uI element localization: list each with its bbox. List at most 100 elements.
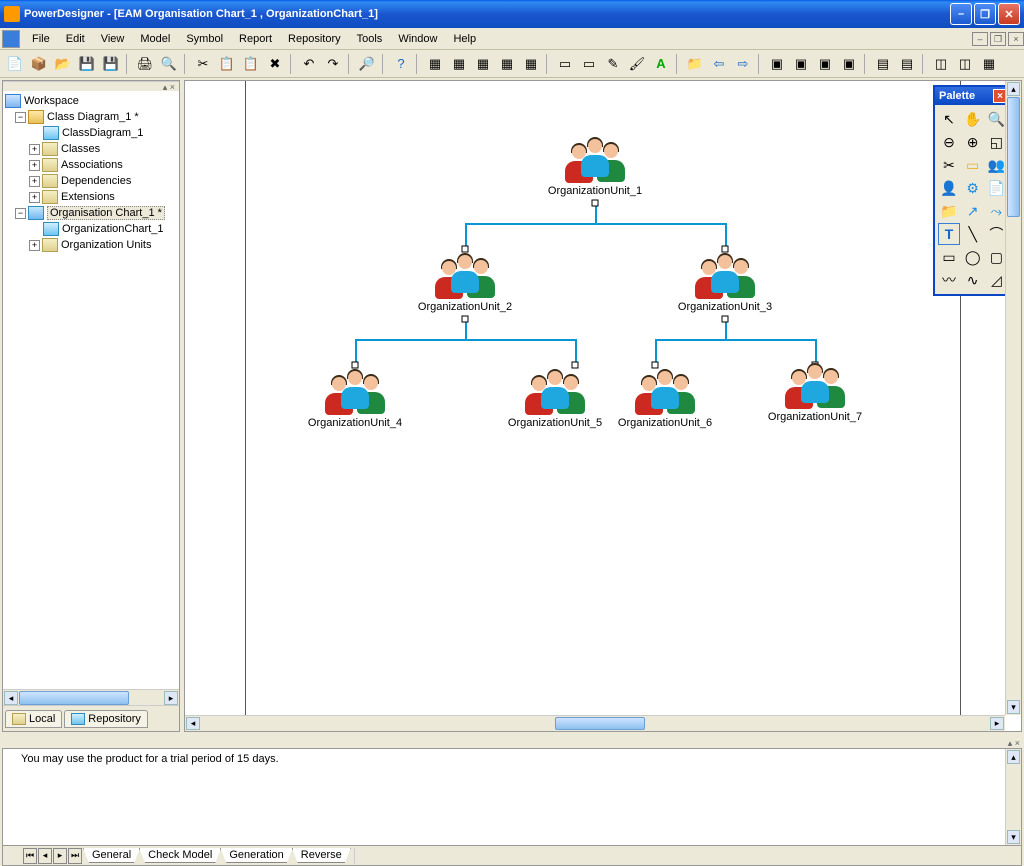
pointer-tool-icon[interactable]: ↖ [938,108,960,130]
color-icon[interactable]: 🖌 [626,53,648,75]
tree-classdiagram1[interactable]: ClassDiagram_1 [5,125,177,141]
close-button[interactable]: ✕ [998,3,1020,25]
new-model-button[interactable]: 📦 [28,53,50,75]
minimize-button[interactable]: – [950,3,972,25]
menu-model[interactable]: Model [132,31,178,47]
menu-repository[interactable]: Repository [280,31,349,47]
expand-icon[interactable]: + [29,240,40,251]
tab-reverse[interactable]: Reverse [292,848,351,863]
tab-repository[interactable]: Repository [64,710,148,728]
new-button[interactable]: 📄 [4,53,26,75]
menu-symbol[interactable]: Symbol [178,31,231,47]
tool-a-icon[interactable]: ▦ [424,53,446,75]
tree-class-diagram[interactable]: −Class Diagram_1 * [5,109,177,125]
open-button[interactable]: 📂 [52,53,74,75]
copy-button[interactable]: 📋 [216,53,238,75]
back-button[interactable]: ⇦ [708,53,730,75]
mdi-minimize-button[interactable]: – [972,32,988,46]
folder-tool-icon[interactable]: 📁 [938,200,960,222]
print-preview-button[interactable]: 🔍 [158,53,180,75]
tree-workspace[interactable]: Workspace [5,93,177,109]
zoom-fit-icon[interactable]: ⊕ [962,131,984,153]
menu-tools[interactable]: Tools [349,31,391,47]
panel-a-icon[interactable]: ◫ [930,53,952,75]
mdi-close-button[interactable]: × [1008,32,1024,46]
view-b-icon[interactable]: ▣ [790,53,812,75]
curve-tool-icon[interactable]: ∿ [962,269,984,291]
menu-file[interactable]: File [24,31,58,47]
org-unit-5[interactable]: OrganizationUnit_5 [495,371,615,429]
help-button[interactable]: ? [390,53,412,75]
note-tool-icon[interactable]: ▭ [962,154,984,176]
app-menu-icon[interactable] [2,30,20,48]
expand-icon[interactable]: + [29,192,40,203]
zoom-out-icon[interactable]: ⊖ [938,131,960,153]
tab-check-model[interactable]: Check Model [139,848,221,863]
ellipse-tool-icon[interactable]: ◯ [962,246,984,268]
view-a-icon[interactable]: ▣ [766,53,788,75]
tab-local[interactable]: Local [5,710,62,728]
mdi-restore-button[interactable]: ❐ [990,32,1006,46]
edit-icon[interactable]: ✎ [602,53,624,75]
redo-button[interactable]: ↷ [322,53,344,75]
text-tool-icon[interactable]: T [938,223,960,245]
cut-tool-icon[interactable]: ✂ [938,154,960,176]
menu-view[interactable]: View [93,31,133,47]
expand-icon[interactable]: + [29,176,40,187]
org-unit-6[interactable]: OrganizationUnit_6 [605,371,725,429]
tree-associations[interactable]: +Associations [5,157,177,173]
save-all-button[interactable]: 💾 [100,53,122,75]
tree-dependencies[interactable]: +Dependencies [5,173,177,189]
grabber-tool-icon[interactable]: ✋ [962,108,984,130]
align-a-icon[interactable]: ▤ [872,53,894,75]
print-button[interactable]: 🖨 [134,53,156,75]
tab-nav-first[interactable]: ⏮ [23,848,37,864]
output-handle[interactable]: ▴ × [0,738,1024,748]
view-d-icon[interactable]: ▣ [838,53,860,75]
tree-extensions[interactable]: +Extensions [5,189,177,205]
paste-button[interactable]: 📋 [240,53,262,75]
expand-icon[interactable]: + [29,160,40,171]
tool-e-icon[interactable]: ▦ [520,53,542,75]
menu-help[interactable]: Help [445,31,484,47]
undo-button[interactable]: ↶ [298,53,320,75]
org-unit-3[interactable]: OrganizationUnit_3 [665,255,785,313]
text-icon[interactable]: A [650,53,672,75]
folder-icon[interactable]: 📁 [684,53,706,75]
delete-button[interactable]: ✖ [264,53,286,75]
sidebar-hscroll[interactable]: ◂▸ [3,689,179,705]
tree-orgchart1[interactable]: OrganizationChart_1 [5,221,177,237]
tab-nav-next[interactable]: ▸ [53,848,67,864]
find-button[interactable]: 🔎 [356,53,378,75]
diagram-canvas[interactable]: OrganizationUnit_1 OrganizationUnit_2 Or… [184,80,1022,732]
tool-c-icon[interactable]: ▦ [472,53,494,75]
palette-panel[interactable]: Palette× ↖ ✋ 🔍 ⊖ ⊕ ◱ ✂ ▭ 👥 👤 ⚙ 📄 📁 ↗ [933,85,1013,296]
panel-handle[interactable]: ▴ × [3,81,179,91]
poly-tool-icon[interactable]: 〰 [938,269,960,291]
site-tool-icon[interactable]: ⚙ [962,177,984,199]
layer-a-icon[interactable]: ▭ [554,53,576,75]
canvas-hscroll[interactable]: ◂▸ [185,715,1005,731]
expand-icon[interactable]: + [29,144,40,155]
org-unit-1[interactable]: OrganizationUnit_1 [535,139,655,197]
org-unit-4[interactable]: OrganizationUnit_4 [295,371,415,429]
canvas-vscroll[interactable]: ▴▾ [1005,81,1021,715]
forward-button[interactable]: ⇨ [732,53,754,75]
collapse-icon[interactable]: − [15,112,26,123]
align-b-icon[interactable]: ▤ [896,53,918,75]
person-tool-icon[interactable]: 👤 [938,177,960,199]
panel-c-icon[interactable]: ▦ [978,53,1000,75]
menu-window[interactable]: Window [390,31,445,47]
output-vscroll[interactable]: ▴▾ [1005,749,1021,845]
tree-classes[interactable]: +Classes [5,141,177,157]
tab-generation[interactable]: Generation [220,848,292,863]
org-unit-7[interactable]: OrganizationUnit_7 [755,365,875,423]
panel-b-icon[interactable]: ◫ [954,53,976,75]
link-a-tool-icon[interactable]: ↗ [962,200,984,222]
menu-edit[interactable]: Edit [58,31,93,47]
rect-tool-icon[interactable]: ▭ [938,246,960,268]
maximize-button[interactable]: ❐ [974,3,996,25]
tab-general[interactable]: General [83,848,140,863]
collapse-icon[interactable]: − [15,208,26,219]
layer-b-icon[interactable]: ▭ [578,53,600,75]
